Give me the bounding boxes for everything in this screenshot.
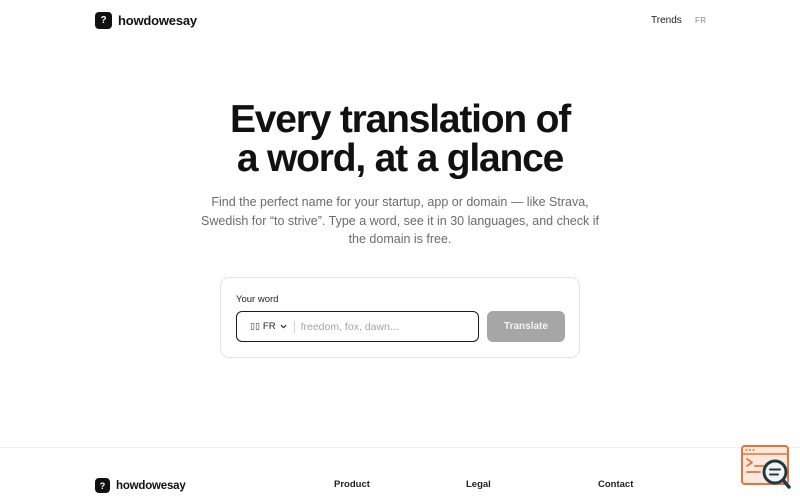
word-input-group: ▯▯ FR	[236, 311, 479, 342]
site-footer: ? howdowesay Product Legal Contact	[0, 447, 800, 500]
footer-brand-name: howdowesay	[116, 479, 186, 492]
footer-logo-link[interactable]: ? howdowesay	[95, 478, 186, 493]
flag-icon: ▯▯	[250, 321, 260, 331]
source-language-select[interactable]: ▯▯ FR	[237, 312, 288, 341]
chat-search-icon[interactable]	[740, 444, 792, 490]
nav-trends-link[interactable]: Trends	[651, 15, 682, 26]
translate-button[interactable]: Translate	[487, 311, 565, 342]
hero-title: Every translation of a word, at a glance	[0, 100, 800, 178]
logo-icon: ?	[95, 12, 112, 29]
hero-subtitle: Find the perfect name for your startup, …	[201, 195, 599, 246]
brand-name: howdowesay	[118, 13, 197, 28]
chevron-down-icon	[280, 324, 286, 329]
source-language-code: FR	[262, 321, 276, 332]
footer-heading-contact: Contact	[598, 479, 634, 490]
hero-title-line-2: a word, at a glance	[236, 137, 564, 180]
footer-heading-product: Product	[334, 479, 370, 490]
language-switcher[interactable]: FR	[695, 16, 706, 25]
footer-logo-icon: ?	[95, 478, 110, 493]
translate-card: Your word ▯▯ FR Translate	[220, 277, 580, 358]
site-header: ? howdowesay Trends FR	[0, 0, 800, 44]
hero-title-line-1: Every translation of	[229, 98, 571, 141]
input-divider	[293, 320, 295, 333]
footer-heading-legal: Legal	[466, 479, 491, 490]
word-input[interactable]	[300, 312, 478, 341]
header-logo-link[interactable]: ? howdowesay	[95, 12, 197, 29]
word-field-label: Your word	[236, 294, 279, 305]
